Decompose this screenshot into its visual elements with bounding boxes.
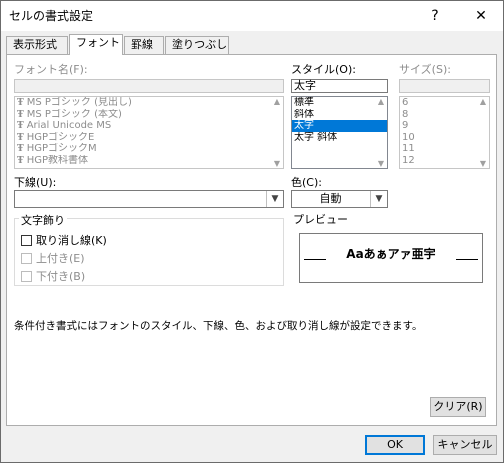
preview-group-title: プレビュー — [291, 211, 350, 227]
checkbox-box[interactable] — [21, 234, 32, 246]
conditional-format-note: 条件付き書式にはフォントのスタイル、下線、色、および取り消し線が設定できます。 — [14, 320, 423, 332]
underline-select[interactable]: ▼ — [14, 190, 284, 208]
preview-box: Aaあぁアァ亜宇 — [299, 233, 483, 283]
superscript-label: 上付き(E) — [36, 252, 85, 265]
font-name-list[interactable]: Ŧ MS Pゴシック (見出し) Ŧ MS Pゴシック (本文) Ŧ Arial Un… — [14, 96, 284, 169]
font-name-input[interactable] — [14, 79, 284, 93]
list-item[interactable]: Ŧ HGPゴシックM — [15, 143, 283, 155]
list-item[interactable]: Ŧ Arial Unicode MS — [15, 120, 283, 132]
style-input[interactable]: 太字 — [291, 79, 388, 93]
list-item[interactable]: 9 — [400, 120, 489, 132]
list-item[interactable]: 太字 斜体 — [292, 132, 387, 144]
scroll-down-icon[interactable]: ▼ — [378, 159, 384, 168]
style-label: スタイル(O): — [291, 63, 356, 76]
size-list[interactable]: 6 8 9 10 11 12 ▲ ▼ — [399, 96, 490, 169]
style-list[interactable]: 標準 斜体 太字 太字 斜体 ▲ ▼ — [291, 96, 388, 169]
scroll-up-icon[interactable]: ▲ — [480, 97, 486, 106]
subscript-label: 下付き(B) — [36, 270, 86, 283]
truetype-font-icon: Ŧ — [17, 121, 24, 131]
truetype-font-icon: Ŧ — [17, 132, 24, 143]
scroll-up-icon[interactable]: ▲ — [378, 97, 384, 106]
size-list-scrollbar[interactable]: ▲ ▼ — [477, 97, 489, 168]
font-name-label: フォント名(F): — [14, 63, 88, 76]
list-item[interactable]: 12 — [400, 155, 489, 167]
size-input[interactable] — [399, 79, 490, 93]
tab-border[interactable]: 罫線 — [124, 36, 164, 54]
ok-button[interactable]: OK — [365, 435, 425, 455]
truetype-font-icon: Ŧ — [17, 98, 24, 108]
title-bar: セルの書式設定 ? ✕ — [1, 1, 503, 31]
list-item[interactable]: 8 — [400, 109, 489, 121]
checkbox-box[interactable] — [21, 270, 32, 282]
clear-button[interactable]: クリア(R) — [430, 397, 486, 417]
effects-group-title: 文字飾り — [19, 212, 67, 228]
list-item[interactable]: Ŧ HGP教科書体 — [15, 155, 283, 167]
tab-font[interactable]: フォント — [69, 34, 123, 55]
scroll-down-icon[interactable]: ▼ — [480, 159, 486, 168]
tab-number[interactable]: 表示形式 — [6, 36, 68, 54]
truetype-font-icon: Ŧ — [17, 144, 24, 154]
list-item[interactable]: Ŧ MS Pゴシック (本文) — [15, 109, 283, 121]
list-item-selected[interactable]: 太字 — [292, 120, 387, 132]
list-item[interactable]: Ŧ MS Pゴシック (見出し) — [15, 97, 283, 109]
truetype-font-icon: Ŧ — [17, 155, 24, 166]
chevron-down-icon[interactable]: ▼ — [266, 191, 283, 207]
list-item[interactable]: 標準 — [292, 97, 387, 109]
color-label: 色(C): — [291, 176, 322, 189]
style-list-scrollbar[interactable]: ▲ ▼ — [375, 97, 387, 168]
size-label: サイズ(S): — [399, 63, 451, 76]
scroll-down-icon[interactable]: ▼ — [274, 159, 280, 168]
font-list-scrollbar[interactable]: ▲ ▼ — [271, 97, 283, 168]
preview-sample-text: Aaあぁアァ亜宇 — [346, 247, 436, 261]
preview-group: プレビュー Aaあぁアァ亜宇 — [291, 211, 490, 286]
tab-fill[interactable]: 塗りつぶし — [165, 36, 229, 54]
strikethrough-checkbox[interactable]: 取り消し線(K) — [21, 233, 107, 247]
dialog-title: セルの書式設定 — [9, 9, 94, 23]
format-cells-dialog: セルの書式設定 ? ✕ 表示形式 フォント 罫線 塗りつぶし フォント名(F):… — [0, 0, 504, 463]
checkbox-box[interactable] — [21, 252, 32, 264]
list-item[interactable]: 6 — [400, 97, 489, 109]
chevron-down-icon[interactable]: ▼ — [370, 191, 387, 207]
truetype-font-icon: Ŧ — [17, 109, 24, 120]
cancel-button[interactable]: キャンセル — [433, 435, 497, 455]
list-item[interactable]: 10 — [400, 132, 489, 144]
subscript-checkbox[interactable]: 下付き(B) — [21, 269, 85, 283]
help-button[interactable]: ? — [415, 1, 455, 31]
underline-label: 下線(U): — [14, 176, 57, 189]
color-select[interactable]: 自動 ▼ — [291, 190, 388, 208]
superscript-checkbox[interactable]: 上付き(E) — [21, 251, 85, 265]
list-item[interactable]: 斜体 — [292, 109, 387, 121]
list-item[interactable]: Ŧ HGPゴシックE — [15, 132, 283, 144]
strikethrough-label: 取り消し線(K) — [36, 234, 107, 247]
effects-group: 文字飾り 取り消し線(K) 上付き(E) 下付き(B) — [14, 212, 284, 286]
scroll-up-icon[interactable]: ▲ — [274, 97, 280, 106]
close-button[interactable]: ✕ — [461, 1, 501, 31]
font-tab-panel: フォント名(F): Ŧ MS Pゴシック (見出し) Ŧ MS Pゴシック (本文)… — [6, 54, 497, 426]
color-value: 自動 — [319, 192, 342, 205]
list-item[interactable]: 11 — [400, 143, 489, 155]
